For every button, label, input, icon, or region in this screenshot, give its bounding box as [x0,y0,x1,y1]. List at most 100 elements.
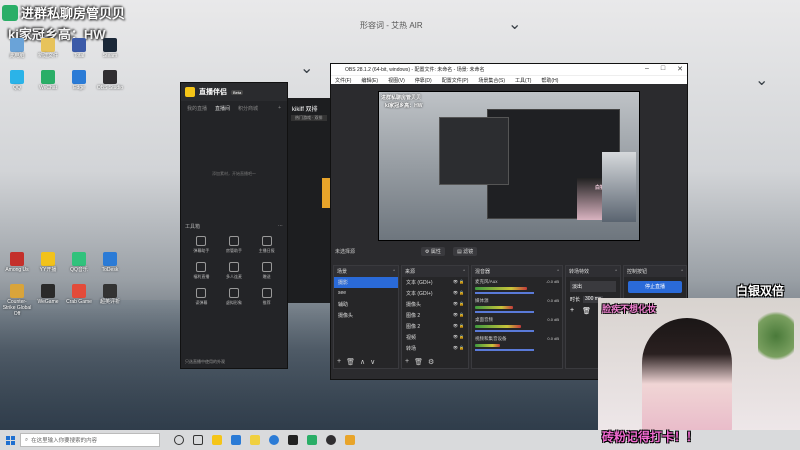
menu-item[interactable]: 帮助(H) [541,77,558,84]
tool-recommend[interactable]: 推荐 [250,288,283,306]
sources-dock: 来源 ▫ 文本 (GDI+) 👁 🔒 文本 (GDI+) 👁 🔒 摄像头 👁 🔒 图像 2 👁 … [401,265,469,369]
desktop-icon[interactable]: ToDesk [95,252,125,273]
volume-slider[interactable] [475,311,534,313]
edge-icon[interactable] [269,435,279,445]
desktop-icon[interactable]: WeGame [33,284,63,305]
dock-undock-icon[interactable]: ▫ [463,268,465,275]
menu-item[interactable]: 配置文件(P) [442,77,469,84]
source-item[interactable]: 转场 👁 🔒 [402,343,468,354]
wechat-taskbar-icon[interactable] [307,435,317,445]
start-button[interactable] [0,430,20,450]
kiki-subtitle[interactable]: 热门游戏 · 双排 [291,115,327,121]
tab-my-live[interactable]: 我的直播 [187,105,207,112]
add-source-icon[interactable]: + [405,358,409,366]
dock-undock-icon[interactable]: ▫ [393,268,395,275]
desktop-icon[interactable]: YY开播 [33,252,63,273]
menu-item[interactable]: 视图(V) [388,77,405,84]
properties-button[interactable]: ⚙ 属性 [421,247,445,256]
desktop-icon[interactable]: QQ [2,70,32,91]
visibility-lock-icon[interactable]: 👁 🔒 [453,345,464,352]
volume-slider[interactable] [475,292,534,294]
file-explorer-icon[interactable] [212,435,222,445]
tool-avatar[interactable]: 虚拟形象 [218,288,251,306]
visibility-lock-icon[interactable]: 👁 🔒 [453,290,464,297]
add-tab-icon[interactable]: + [278,105,281,112]
app-icon [103,38,117,52]
desktop-icon[interactable]: QQ音乐 [64,252,94,273]
source-item[interactable]: 文本 (GDI+) 👁 🔒 [402,277,468,288]
move-down-icon[interactable]: ∨ [370,358,375,366]
add-transition-icon[interactable]: + [570,307,574,315]
remove-source-icon[interactable]: 🗑 [414,358,423,366]
taskbar-search[interactable]: ⌕ 在这里输入你要搜索的内容 [20,433,160,447]
scene-item[interactable]: see [334,288,398,299]
desktop-icon[interactable]: WeChat [33,70,63,91]
obs-preview[interactable]: 进群私聊房管贝贝 ki家冠乡高：HW 白银双倍 [378,91,640,241]
desktop-icon[interactable]: Counter-Strike Global Off [2,284,32,317]
toolbox-more-icon[interactable]: ⋯ [278,223,283,230]
desktop-icon[interactable]: Crab Game [64,284,94,305]
source-settings-icon[interactable]: ⚙ [428,358,434,366]
dock-undock-icon[interactable]: ▫ [681,268,683,275]
app-icon [41,252,55,266]
scene-item[interactable]: 摄影 [334,277,398,288]
desktop-icon[interactable]: 新建文件 [33,38,63,59]
mail-icon[interactable] [231,435,241,445]
maximize-icon[interactable]: □ [661,65,665,73]
tool-welfare[interactable]: 福利直播 [185,262,218,280]
task-view-icon[interactable] [193,435,203,445]
menu-item[interactable]: 编辑(E) [361,77,378,84]
visibility-lock-icon[interactable]: 👁 🔒 [453,312,464,319]
desktop-icon[interactable]: Edge [64,70,94,91]
source-item[interactable]: 摄像头 👁 🔒 [402,299,468,310]
tool-gift[interactable]: 赠送 [250,262,283,280]
transition-select[interactable]: 淡出 [570,281,616,292]
source-item[interactable]: 视频 👁 🔒 [402,332,468,343]
cortana-icon[interactable] [174,435,184,445]
tool-daily[interactable]: 主播日报 [250,236,283,254]
desktop-icon[interactable]: 此电脑 [2,38,32,59]
desktop-icon[interactable]: OBS Studio [95,70,125,91]
media-icon[interactable] [288,435,298,445]
remove-transition-icon[interactable]: 🗑 [582,307,591,315]
desktop-icon[interactable]: Total [64,38,94,59]
menu-item[interactable]: 文件(F) [335,77,351,84]
tab-points-mall[interactable]: 积分商城 [238,105,258,112]
orange-handle[interactable] [322,178,330,208]
move-up-icon[interactable]: ∧ [360,358,365,366]
volume-slider[interactable] [475,349,534,351]
remove-scene-icon[interactable]: 🗑 [346,358,355,366]
stop-streaming-button[interactable]: 停止直播 [628,281,682,293]
filters-button[interactable]: ▤ 滤镜 [453,247,478,256]
visibility-lock-icon[interactable]: 👁 🔒 [453,323,464,330]
tab-live-room[interactable]: 直播间 [215,105,230,112]
tool-danmu[interactable]: 弹幕助手 [185,236,218,254]
visibility-lock-icon[interactable]: 👁 🔒 [453,301,464,308]
dock-undock-icon[interactable]: ▫ [557,268,559,275]
obs-taskbar-icon[interactable] [326,435,336,445]
desktop-icon[interactable]: Steam [95,38,125,59]
volume-slider[interactable] [475,330,534,332]
visibility-lock-icon[interactable]: 👁 🔒 [453,334,464,341]
source-item[interactable]: 图像 2 👁 🔒 [402,310,468,321]
close-icon[interactable]: ✕ [677,65,683,73]
tool-read-danmu[interactable]: 读弹幕 [185,288,218,306]
tool-multi[interactable]: 多人连麦 [218,262,251,280]
scene-item[interactable]: 摄像头 [334,310,398,321]
bird-icon: ⌄ [300,60,314,77]
menu-item[interactable]: 工具(T) [515,77,531,84]
visibility-lock-icon[interactable]: 👁 🔒 [453,279,464,286]
assistant-taskbar-icon[interactable] [345,435,355,445]
store-icon[interactable] [250,435,260,445]
tool-room-admin[interactable]: 房管助手 [218,236,251,254]
menu-item[interactable]: 停靠(D) [415,77,432,84]
menu-item[interactable]: 场景集合(S) [478,77,505,84]
scene-item[interactable]: 辅助 [334,299,398,310]
source-item[interactable]: 图像 2 👁 🔒 [402,321,468,332]
desktop-icon[interactable]: 超英评析 [95,284,125,305]
dock-undock-icon[interactable]: ▫ [615,268,617,275]
desktop-icon[interactable]: Among Us [2,252,32,273]
source-item[interactable]: 文本 (GDI+) 👁 🔒 [402,288,468,299]
add-scene-icon[interactable]: + [337,358,341,366]
minimize-icon[interactable]: – [645,65,649,73]
